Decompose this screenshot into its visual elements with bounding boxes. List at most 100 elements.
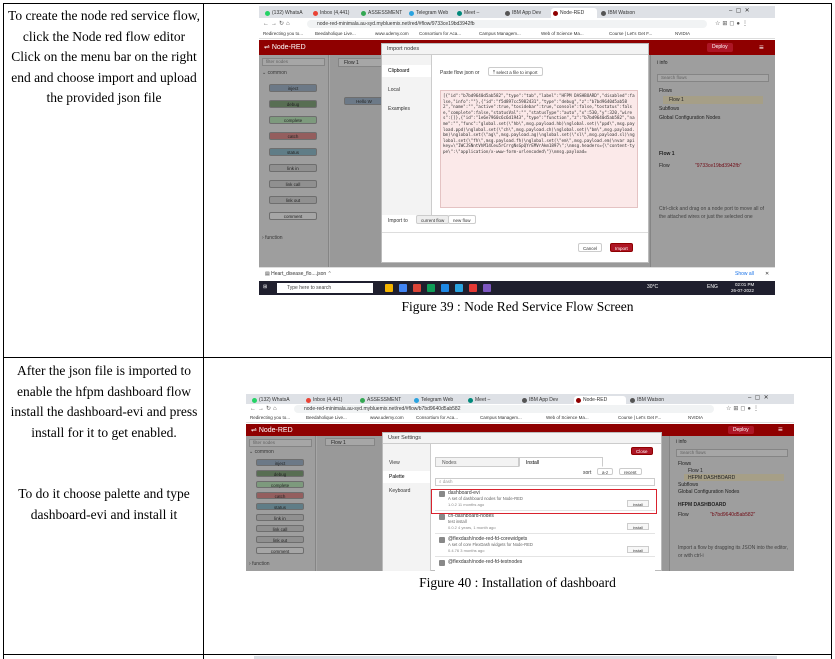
package-icon — [439, 560, 445, 566]
browser-tab-active[interactable]: Node-RED — [574, 396, 626, 404]
taskbar-app-icon[interactable] — [427, 284, 435, 292]
bookmarks-bar: Redirecting you to... Beedaholique Live.… — [259, 30, 775, 39]
bookmark[interactable]: NVIDIA — [675, 31, 690, 36]
select-file-button[interactable]: ⤒ select a file to import — [488, 67, 543, 76]
browser-tab[interactable]: Meet – — [455, 8, 501, 18]
tab-nodes[interactable]: Nodes — [435, 457, 519, 467]
menu-icon[interactable]: ≡ — [778, 425, 783, 434]
json-textarea[interactable]: [{"id":"b7bd9640d5ab582","type":"tab","l… — [440, 90, 638, 208]
taskbar-app-icon[interactable] — [483, 284, 491, 292]
sort-recent-button[interactable]: recent — [619, 468, 642, 475]
bookmark[interactable]: Redirecting you to... — [250, 415, 290, 420]
browser-tab[interactable]: Telegram Web — [407, 8, 453, 18]
menu-icon[interactable]: ≡ — [759, 43, 764, 52]
bookmark[interactable]: Course | Let's Get F... — [609, 31, 652, 36]
browser-tab-active[interactable]: Node-RED — [551, 8, 597, 18]
close-icon[interactable]: ✕ — [765, 271, 769, 277]
import-new-flow-toggle[interactable]: new flow — [448, 215, 476, 224]
import-to-label: Import to — [388, 218, 408, 224]
package-search-input[interactable]: ⌕ dash — [435, 478, 655, 486]
node-red-palette-screenshot: (132) WhatsA Inbox (4,441) ASSESSMENT Te… — [246, 394, 794, 571]
browser-toolbar-icons[interactable]: ☆⊞◻●⋮ — [715, 20, 750, 27]
bookmark[interactable]: Web of Science Ma... — [541, 31, 584, 36]
download-item[interactable]: ▤ Heart_disease_flo....json ⌃ — [265, 271, 332, 277]
bookmark[interactable]: Redirecting you to... — [263, 31, 303, 36]
taskbar-app-icon[interactable] — [469, 284, 477, 292]
taskbar-search[interactable]: Type here to search — [277, 283, 373, 293]
package-row: @flexdash/node-red-fd-corewidgets A set … — [435, 534, 655, 557]
browser-tab[interactable]: ASSESSMENT — [358, 396, 410, 404]
deploy-button[interactable]: Deploy — [728, 426, 754, 434]
bookmark[interactable]: Consortium for Aca... — [419, 31, 461, 36]
bookmark[interactable]: Consortium for Aca... — [416, 415, 458, 420]
bookmark[interactable]: Beedaholique Live... — [315, 31, 356, 36]
package-name[interactable]: @flexdash/node-red-fd-testnodes — [448, 559, 522, 565]
clock-date[interactable]: 26-07-2022 — [731, 288, 754, 293]
browser-tab[interactable]: Meet – — [466, 396, 518, 404]
install-button[interactable]: install — [626, 523, 649, 530]
browser-tab[interactable]: (132) WhatsA — [263, 8, 309, 18]
bookmark[interactable]: Beedaholique Live... — [306, 415, 347, 420]
bookmark[interactable]: NVIDIA — [688, 415, 703, 420]
browser-tab[interactable]: Inbox (4,441) — [304, 396, 356, 404]
settings-nav-view[interactable]: View — [383, 457, 430, 469]
browser-tab[interactable]: ASSESSMENT — [359, 8, 405, 18]
browser-tab[interactable]: Inbox (4,441) — [311, 8, 357, 18]
package-description: A set of core FlexDash widgets for Node-… — [448, 542, 533, 547]
browser-tab[interactable]: IBM App Dev — [520, 396, 572, 404]
browser-tab[interactable]: IBM Watson — [628, 396, 680, 404]
import-current-flow-toggle[interactable]: current flow — [416, 215, 450, 224]
close-button[interactable]: Close — [631, 447, 653, 455]
table-border-left — [3, 3, 4, 659]
address-bar-row: ←→↻⌂ node-red-minimala.au-syd.mybluemix.… — [259, 18, 775, 30]
nav-buttons[interactable]: ←→↻⌂ — [263, 20, 292, 27]
import-button[interactable]: Import — [610, 243, 633, 252]
install-button[interactable]: install — [626, 546, 649, 553]
bookmark[interactable]: Campus Managem... — [480, 415, 522, 420]
clock-time[interactable]: 02:01 PM — [735, 282, 754, 287]
package-row: cn-dashboard-nodes test install 0.0.2 4 … — [435, 511, 655, 534]
browser-tab[interactable]: Telegram Web — [412, 396, 464, 404]
taskbar-app-icon[interactable] — [413, 284, 421, 292]
source-examples[interactable]: Examples — [382, 103, 431, 115]
bookmark[interactable]: www.udemy.com — [370, 415, 404, 420]
language-indicator[interactable]: ENG — [707, 284, 718, 290]
taskbar-app-icon[interactable] — [455, 284, 463, 292]
settings-nav: View Palette Keyboard — [383, 444, 431, 571]
browser-tab[interactable]: IBM Watson — [599, 8, 645, 18]
package-meta: 0.4.76 3 months ago — [448, 548, 485, 553]
url-field[interactable]: node-red-minimala.au-syd.mybluemix.net/r… — [294, 405, 714, 413]
taskbar-app-icon[interactable] — [385, 284, 393, 292]
figure-caption: Figure 39 : Node Red Service Flow Screen — [401, 299, 634, 314]
taskbar-app-icon[interactable] — [441, 284, 449, 292]
tab-install[interactable]: Install — [519, 457, 603, 467]
window-controls[interactable]: – ▢ ✕ — [748, 394, 769, 401]
settings-nav-keyboard[interactable]: Keyboard — [383, 485, 430, 497]
show-all-link[interactable]: Show all — [735, 271, 754, 277]
bookmark[interactable]: Campus Managem... — [479, 31, 521, 36]
settings-nav-palette[interactable]: Palette — [383, 471, 430, 483]
bookmark[interactable]: www.udemy.com — [375, 31, 409, 36]
browser-tab[interactable]: IBM App Dev — [503, 8, 549, 18]
sort-az-button[interactable]: a-z — [597, 468, 614, 475]
package-icon — [439, 537, 445, 543]
cancel-button[interactable]: Cancel — [578, 243, 603, 252]
bookmark[interactable]: Course | Let's Get F... — [618, 415, 661, 420]
taskbar-app-icon[interactable] — [399, 284, 407, 292]
browser-toolbar-icons[interactable]: ☆⊞◻●⋮ — [726, 405, 761, 412]
window-controls[interactable]: – ▢ ✕ — [729, 7, 750, 14]
weather-readout[interactable]: 30°C — [647, 284, 658, 290]
download-bar: ▤ Heart_disease_flo....json ⌃ Show all ✕ — [259, 267, 775, 280]
dialog-divider — [382, 232, 648, 233]
url-field[interactable]: node-red-minimala.au-syd.mybluemix.net/r… — [307, 20, 707, 28]
source-clipboard[interactable]: Clipboard — [382, 65, 431, 77]
table-row-divider — [3, 654, 832, 655]
start-icon[interactable]: ⊞ — [263, 284, 267, 290]
bookmark[interactable]: Web of Science Ma... — [546, 415, 589, 420]
deploy-button[interactable]: Deploy — [707, 43, 733, 52]
nav-buttons[interactable]: ←→↻⌂ — [250, 405, 279, 412]
paste-label: Paste flow json or — [440, 70, 480, 76]
source-local[interactable]: Local — [382, 84, 431, 96]
user-settings-dialog: User Settings Close View Palette Keyboar… — [382, 432, 662, 571]
browser-tab[interactable]: (132) WhatsA — [250, 396, 302, 404]
